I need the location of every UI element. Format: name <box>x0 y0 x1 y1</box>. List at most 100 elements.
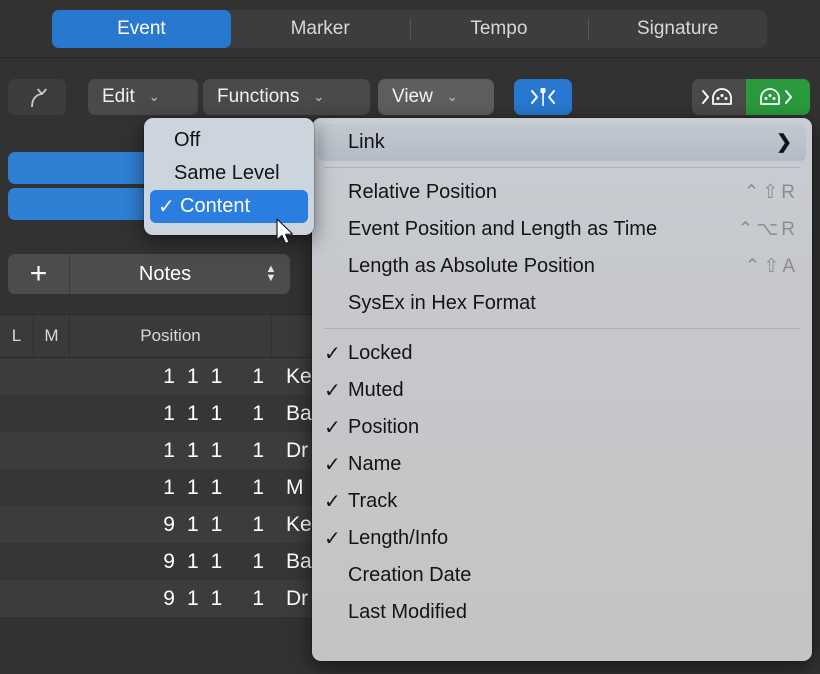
position-division: 1 <box>211 365 223 389</box>
tab-event[interactable]: Event <box>52 10 231 48</box>
view-dropdown-menu: Link❯Relative Position⌃⇧REvent Position … <box>312 118 812 661</box>
submenu-item-content[interactable]: ✓Content <box>150 190 308 223</box>
position-beat: 1 <box>187 439 199 463</box>
row-position-cell[interactable]: 1111 <box>70 439 272 463</box>
menu-item-name[interactable]: ✓Name <box>312 446 812 483</box>
menu-item-link[interactable]: Link❯ <box>318 124 806 161</box>
chevron-down-icon: ▼ <box>266 274 277 283</box>
tab-group: Event Marker Tempo Signature <box>52 10 767 48</box>
menu-item-label: Last Modified <box>348 601 798 624</box>
position-tick: 1 <box>252 587 264 611</box>
row-position-cell[interactable]: 9111 <box>70 587 272 611</box>
menu-item-last-modified[interactable]: Last Modified <box>312 594 812 631</box>
menu-item-label: Event Position and Length as Time <box>348 218 737 241</box>
tab-marker-label: Marker <box>291 18 350 40</box>
position-tick: 1 <box>252 439 264 463</box>
view-menu-label: View <box>378 86 433 108</box>
table-row[interactable]: 9111Ke <box>0 506 320 543</box>
tab-event-label: Event <box>117 18 166 40</box>
functions-menu-button[interactable]: Functions ⌄ <box>203 79 370 115</box>
row-position-cell[interactable]: 9111 <box>70 513 272 537</box>
menu-item-label: Link <box>348 131 776 154</box>
catch-playhead-button[interactable] <box>514 79 572 115</box>
tab-bar: Event Marker Tempo Signature <box>0 0 820 58</box>
submenu-item-same-level[interactable]: Same Level <box>144 157 314 190</box>
chevron-down-icon: ⌄ <box>299 89 336 105</box>
row-name-cell[interactable]: Ba <box>272 550 312 574</box>
view-menu-button[interactable]: View ⌄ <box>378 79 494 115</box>
menu-item-sysex-in-hex-format[interactable]: SysEx in Hex Format <box>312 285 812 322</box>
menu-item-relative-position[interactable]: Relative Position⌃⇧R <box>312 174 812 211</box>
tab-tempo-label: Tempo <box>470 18 527 40</box>
event-type-value: Notes <box>70 263 252 286</box>
row-position-cell[interactable]: 9111 <box>70 550 272 574</box>
submenu-item-label: Same Level <box>174 162 280 185</box>
position-bar: 1 <box>163 365 175 389</box>
menu-item-length-info[interactable]: ✓Length/Info <box>312 520 812 557</box>
position-division: 1 <box>211 587 223 611</box>
position-beat: 1 <box>187 587 199 611</box>
go-up-button[interactable] <box>8 79 66 115</box>
midi-in-icon <box>699 85 739 109</box>
table-row[interactable]: 9111Dr <box>0 580 320 617</box>
submenu-item-off[interactable]: Off <box>144 124 314 157</box>
menu-item-muted[interactable]: ✓Muted <box>312 372 812 409</box>
submenu-item-label: Content <box>180 195 250 218</box>
menu-item-label: Name <box>348 453 798 476</box>
menu-item-shortcut: ⌃⇧R <box>743 181 798 204</box>
menu-separator <box>324 167 800 168</box>
menu-item-track[interactable]: ✓Track <box>312 483 812 520</box>
row-position-cell[interactable]: 1111 <box>70 476 272 500</box>
menu-item-locked[interactable]: ✓Locked <box>312 335 812 372</box>
position-bar: 1 <box>163 402 175 426</box>
chevron-right-icon: ❯ <box>776 131 792 154</box>
row-name-cell[interactable]: Ba <box>272 402 312 426</box>
menu-item-shortcut: ⌃⌥R <box>737 218 798 241</box>
checkmark-icon: ✓ <box>324 489 348 514</box>
menu-item-position[interactable]: ✓Position <box>312 409 812 446</box>
menu-item-length-as-absolute-position[interactable]: Length as Absolute Position⌃⇧A <box>312 248 812 285</box>
row-name-cell[interactable]: M <box>272 476 304 500</box>
table-row[interactable]: 9111Ba <box>0 543 320 580</box>
row-position-cell[interactable]: 1111 <box>70 365 272 389</box>
event-type-stepper[interactable]: ▲ ▼ <box>252 265 290 283</box>
table-row[interactable]: 1111Ke <box>0 358 320 395</box>
submenu-item-label: Off <box>174 129 200 152</box>
table-row[interactable]: 1111M <box>0 469 320 506</box>
tab-marker[interactable]: Marker <box>231 10 410 48</box>
event-list-window: Event Marker Tempo Signature Edit ⌄ Func… <box>0 0 820 674</box>
menu-item-creation-date[interactable]: Creation Date <box>312 557 812 594</box>
menu-item-event-position-and-length-as-time[interactable]: Event Position and Length as Time⌃⌥R <box>312 211 812 248</box>
midi-in-button[interactable] <box>692 79 746 115</box>
row-name-cell[interactable]: Dr <box>272 439 308 463</box>
row-name-cell[interactable]: Ke <box>272 513 312 537</box>
link-submenu: Off Same Level ✓Content <box>144 118 314 235</box>
table-row[interactable]: 1111Ba <box>0 395 320 432</box>
position-division: 1 <box>211 513 223 537</box>
up-arrow-icon <box>26 85 48 109</box>
tab-tempo[interactable]: Tempo <box>410 10 589 48</box>
menu-item-label: Length/Info <box>348 527 798 550</box>
table-column-headers: L M Position <box>0 314 320 358</box>
row-name-cell[interactable]: Ke <box>272 365 312 389</box>
tab-signature[interactable]: Signature <box>588 10 767 48</box>
add-event-button[interactable]: + <box>8 254 70 294</box>
checkmark-icon: ✓ <box>324 415 348 440</box>
position-division: 1 <box>211 476 223 500</box>
checkmark-icon: ✓ <box>324 378 348 403</box>
position-beat: 1 <box>187 550 199 574</box>
column-header-locked[interactable]: L <box>0 315 34 357</box>
position-tick: 1 <box>252 476 264 500</box>
edit-menu-button[interactable]: Edit ⌄ <box>88 79 198 115</box>
position-bar: 9 <box>163 550 175 574</box>
position-beat: 1 <box>187 365 199 389</box>
edit-menu-label: Edit <box>88 86 135 108</box>
column-header-position[interactable]: Position <box>70 315 272 357</box>
position-bar: 9 <box>163 513 175 537</box>
table-row[interactable]: 1111Dr <box>0 432 320 469</box>
catch-playhead-icon <box>528 85 558 109</box>
column-header-muted[interactable]: M <box>34 315 70 357</box>
row-position-cell[interactable]: 1111 <box>70 402 272 426</box>
midi-out-button[interactable] <box>746 79 810 115</box>
row-name-cell[interactable]: Dr <box>272 587 308 611</box>
